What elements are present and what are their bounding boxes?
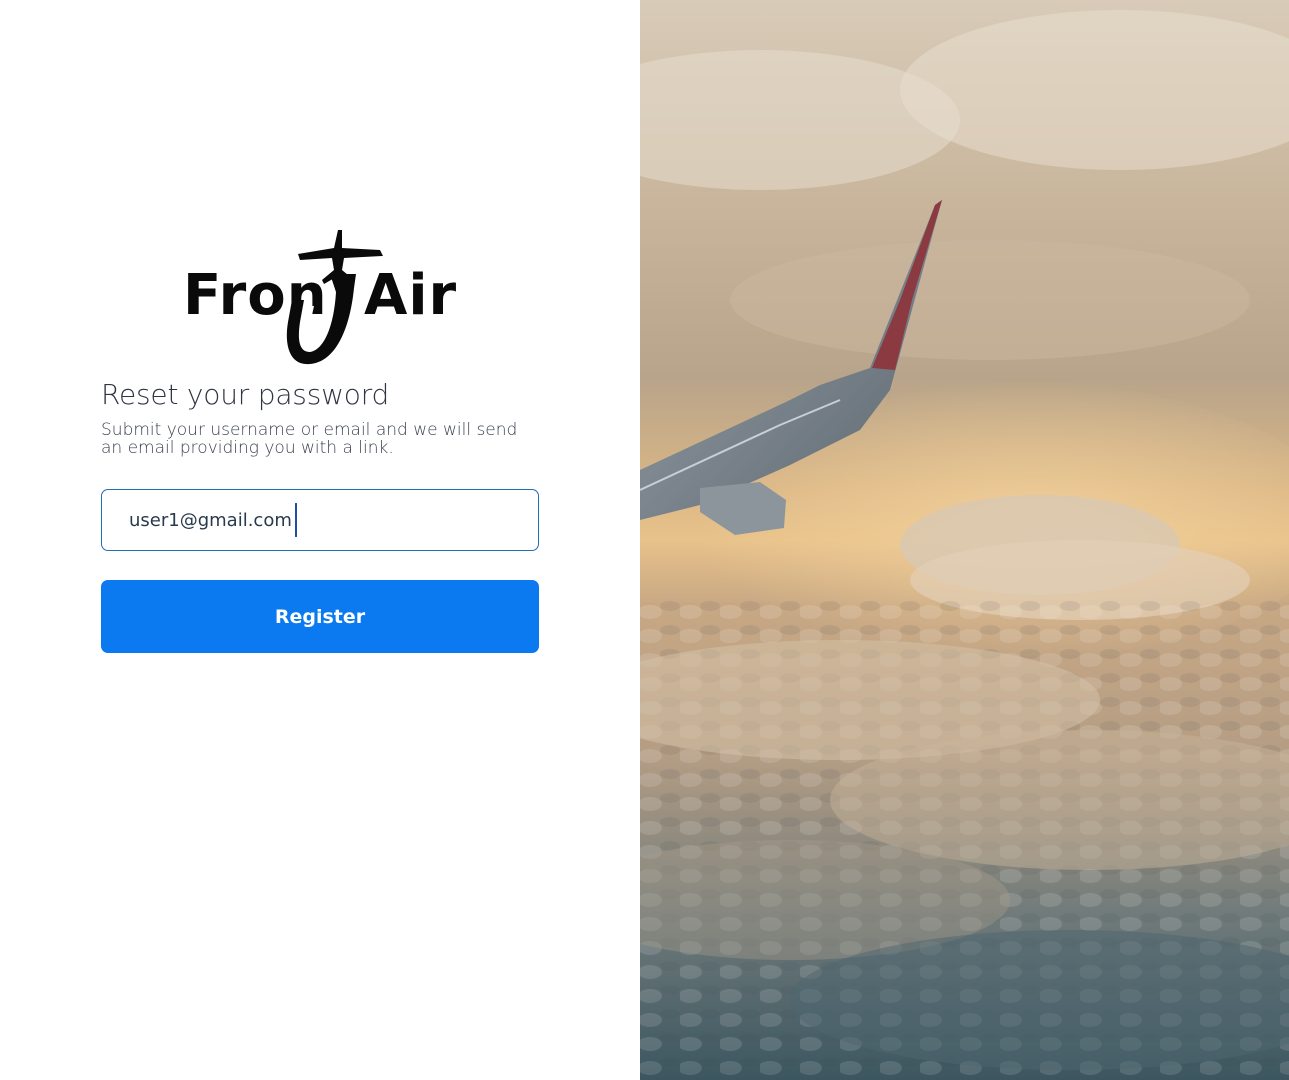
frontair-logo: Fron Air (180, 226, 462, 368)
page-title: Reset your password (101, 378, 390, 411)
logo-text-right: Air (364, 263, 458, 328)
page-subtitle: Submit your username or email and we wil… (101, 420, 518, 458)
email-field[interactable]: user1@gmail.com (101, 489, 539, 551)
hero-image (640, 0, 1289, 1080)
email-field-value[interactable]: user1@gmail.com (129, 510, 292, 531)
text-caret (294, 503, 297, 537)
airplane-wing-clouds-image (640, 0, 1289, 1080)
form-panel: Fron Air Reset your password Submit your… (0, 0, 640, 1080)
register-button[interactable]: Register (101, 580, 539, 653)
